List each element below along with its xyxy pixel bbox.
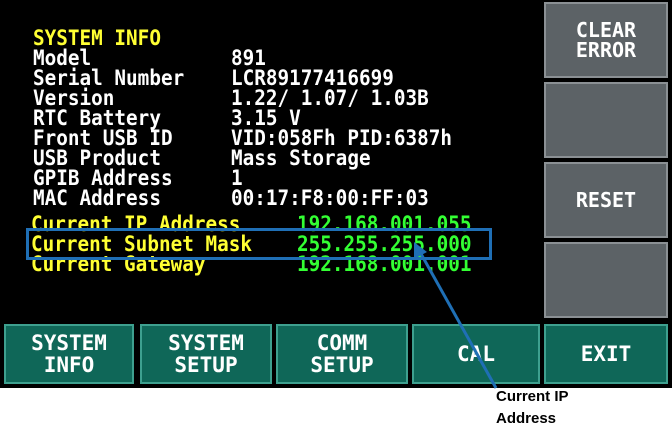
callout-label: Current IP Address	[496, 386, 569, 430]
callout-arrow	[414, 242, 498, 389]
callout-label-line1: Current IP	[496, 388, 569, 405]
callout-label-line2: Address	[496, 410, 557, 427]
